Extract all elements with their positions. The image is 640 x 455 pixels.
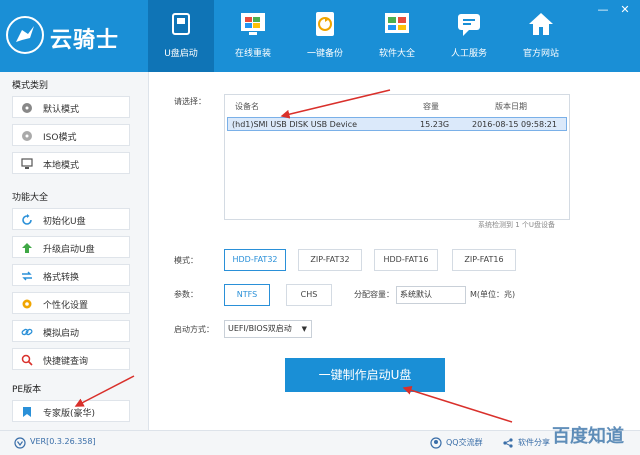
table-row[interactable]: (hd1)SMI USB DISK USB Device 15.23G 2016… <box>227 117 567 131</box>
minimize-button[interactable]: — <box>596 4 610 16</box>
mode-option-hdd-fat32[interactable]: HDD-FAT32 <box>224 249 286 271</box>
nav-label: 在线重装 <box>234 49 271 59</box>
boot-mode-select[interactable]: UEFI/BIOS双启动 ▼ <box>224 320 312 338</box>
share-icon <box>503 438 513 448</box>
partition-label: 分配容量： <box>354 290 394 299</box>
nav-label: 官方网站 <box>522 49 559 59</box>
sidebar-item-expert-edition[interactable]: 专家版(豪华) <box>12 400 130 422</box>
boot-mode-value: UEFI/BIOS双启动 <box>228 324 292 333</box>
sidebar-item-label: 默认模式 <box>43 105 80 115</box>
version-text: VER[0.3.26.358] <box>30 437 96 446</box>
func-group-title: 功能大全 <box>12 193 49 203</box>
version-icon <box>14 437 26 449</box>
boot-mode-label: 启动方式： <box>174 325 214 334</box>
sidebar-item-label: 专家版(豪华) <box>43 409 96 419</box>
watermark: 百度知道 <box>552 426 624 447</box>
monitor-icon <box>21 158 33 169</box>
fs-option-chs[interactable]: CHS <box>286 284 332 306</box>
nav-online-reinstall[interactable]: 在线重装 <box>220 0 286 72</box>
device-table: 设备名 容量 版本日期 (hd1)SMI USB DISK USB Device… <box>224 94 570 220</box>
partition-select[interactable]: 系统默认 <box>396 286 466 304</box>
nav-label: 软件大全 <box>378 49 415 59</box>
nav-website[interactable]: 官方网站 <box>508 0 574 72</box>
main-panel: 请选择： 设备名 容量 版本日期 (hd1)SMI USB DISK USB D… <box>148 72 640 430</box>
footer-bar: VER[0.3.26.358] QQ交流群 软件分享 <box>0 430 640 455</box>
sidebar: 模式类别 默认模式 ISO模式 本地模式 功能大全 初始化U盘 升级启动U盘 格… <box>0 72 149 430</box>
nav-label: U盘启动 <box>164 49 198 59</box>
sidebar-item-iso-mode[interactable]: ISO模式 <box>12 124 130 146</box>
device-status: 系统检测到 1 个U盘设备 <box>478 221 556 229</box>
device-name: (hd1)SMI USB DISK USB Device <box>232 120 358 129</box>
nav-backup[interactable]: 一键备份 <box>292 0 358 72</box>
sidebar-item-label: 快捷键查询 <box>43 357 89 367</box>
swap-icon <box>22 271 32 281</box>
sidebar-item-label: 本地模式 <box>43 161 80 171</box>
sidebar-item-label: 模拟启动 <box>43 329 80 339</box>
partition-value: 系统默认 <box>400 290 432 299</box>
link-icon <box>21 328 33 336</box>
param-label: 参数： <box>174 290 198 299</box>
mode-option-zip-fat16[interactable]: ZIP-FAT16 <box>452 249 516 271</box>
column-header-capacity: 容量 <box>423 102 439 111</box>
sidebar-item-hotkey-query[interactable]: 快捷键查询 <box>12 348 130 370</box>
sidebar-item-format-convert[interactable]: 格式转换 <box>12 264 130 286</box>
device-capacity: 15.23G <box>420 120 450 129</box>
column-header-date: 版本日期 <box>495 102 527 111</box>
mode-option-hdd-fat16[interactable]: HDD-FAT16 <box>374 249 438 271</box>
fs-option-ntfs[interactable]: NTFS <box>224 284 270 306</box>
device-date: 2016-08-15 09:58:21 <box>472 120 557 129</box>
share-link[interactable]: 软件分享 <box>518 437 550 448</box>
nav-label: 一键备份 <box>306 49 343 59</box>
chat-icon <box>458 14 480 36</box>
mode-group-title: 模式类别 <box>12 81 49 91</box>
sidebar-item-default-mode[interactable]: 默认模式 <box>12 96 130 118</box>
nav-service[interactable]: 人工服务 <box>436 0 502 72</box>
windows-icon <box>241 13 265 35</box>
search-icon <box>21 354 33 366</box>
pe-group-title: PE版本 <box>12 385 42 395</box>
refresh-icon <box>22 214 32 225</box>
nav-usb-boot[interactable]: U盘启动 <box>148 0 214 72</box>
make-boot-usb-button[interactable]: 一键制作启动U盘 <box>285 358 445 392</box>
device-select-label: 请选择： <box>174 97 206 106</box>
sidebar-item-label: 格式转换 <box>43 273 80 283</box>
backup-icon <box>316 12 334 36</box>
column-header-device: 设备名 <box>235 102 259 111</box>
header-bar: 云骑士 U盘启动 在线重装 一键备份 软件大全 人工服务 官方网站 — ✕ <box>0 0 640 72</box>
settings-icon <box>22 299 32 309</box>
sidebar-item-upgrade-usb[interactable]: 升级启动U盘 <box>12 236 130 258</box>
mode-label: 模式： <box>174 256 198 265</box>
knight-logo-icon <box>6 16 44 54</box>
up-arrow-icon <box>22 243 32 253</box>
nav-label: 人工服务 <box>450 49 487 59</box>
mode-option-zip-fat32[interactable]: ZIP-FAT32 <box>298 249 362 271</box>
disc-icon <box>22 103 32 113</box>
main-nav: U盘启动 在线重装 一键备份 软件大全 人工服务 官方网站 <box>148 0 582 72</box>
sidebar-item-init-usb[interactable]: 初始化U盘 <box>12 208 130 230</box>
usb-icon <box>172 13 190 35</box>
apps-icon <box>385 13 409 33</box>
chevron-down-icon: ▼ <box>301 325 307 333</box>
sidebar-item-simulate-boot[interactable]: 模拟启动 <box>12 320 130 342</box>
sidebar-item-personalize[interactable]: 个性化设置 <box>12 292 130 314</box>
sidebar-item-label: 初始化U盘 <box>43 217 86 227</box>
sidebar-item-local-mode[interactable]: 本地模式 <box>12 152 130 174</box>
sidebar-item-label: 个性化设置 <box>43 301 89 311</box>
sidebar-item-label: 升级启动U盘 <box>43 245 95 255</box>
cd-icon <box>22 131 32 141</box>
app-logo: 云骑士 <box>6 14 144 58</box>
sidebar-item-label: ISO模式 <box>43 133 77 143</box>
nav-software[interactable]: 软件大全 <box>364 0 430 72</box>
qq-group-link[interactable]: QQ交流群 <box>446 437 483 448</box>
brand-name: 云骑士 <box>50 28 120 53</box>
unit-label: M(单位：兆) <box>470 290 516 299</box>
close-button[interactable]: ✕ <box>618 4 632 16</box>
qq-icon <box>430 437 442 449</box>
bookmark-icon <box>23 407 31 417</box>
home-icon <box>529 13 553 35</box>
